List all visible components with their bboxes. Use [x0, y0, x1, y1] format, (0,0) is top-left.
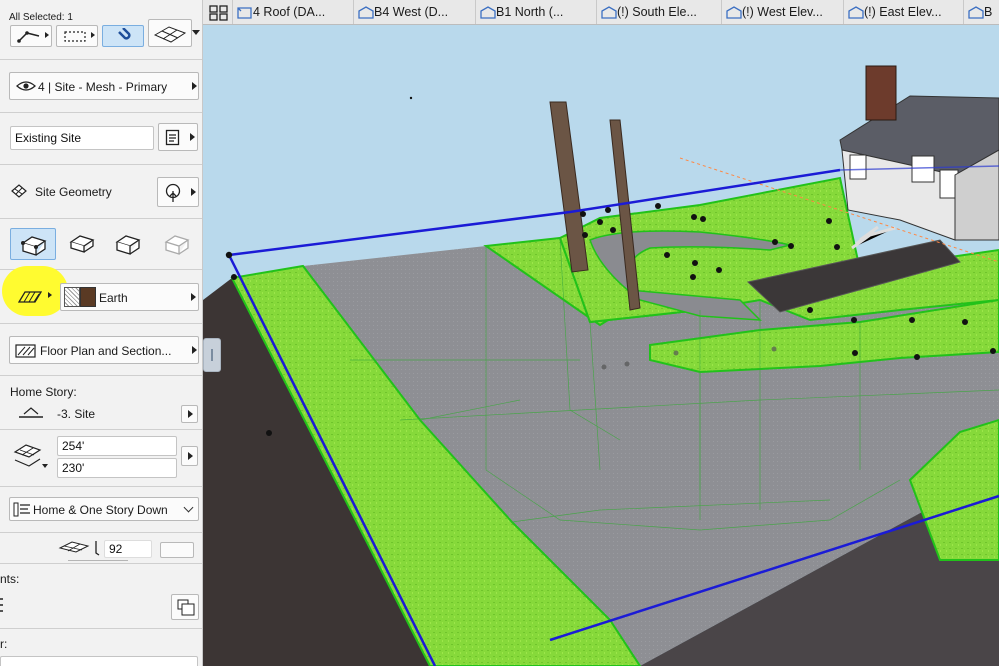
house-window	[849, 154, 867, 180]
element-settings-button[interactable]	[158, 123, 198, 151]
chevron-right-icon	[188, 410, 193, 418]
hatch-swatch	[64, 287, 80, 307]
surface-material-selector[interactable]: Earth	[60, 283, 199, 311]
marquee-icon	[64, 31, 86, 42]
tab-overview-button[interactable]	[203, 0, 233, 24]
ridges-toggle-button[interactable]	[160, 542, 194, 558]
view-tab-label: B4 West (D...	[374, 5, 449, 19]
chevron-right-icon	[191, 188, 196, 196]
selection-method-rectangle-button[interactable]	[56, 25, 98, 47]
view-tab[interactable]: 4 Roof (DA...	[233, 0, 354, 24]
elevation-icon	[968, 6, 984, 19]
elevation-icon	[601, 6, 617, 19]
elevation-icon	[480, 6, 496, 19]
view-tab[interactable]: B1 North (...	[476, 0, 597, 24]
chevron-right-icon	[190, 133, 195, 141]
view-tab[interactable]: (!) South Ele...	[597, 0, 722, 24]
elevation-icon	[358, 6, 374, 19]
show-on-stories-value: Home & One Story Down	[33, 503, 168, 517]
ridge-fill-icon	[58, 541, 100, 556]
document-icon	[165, 129, 180, 146]
home-story-value[interactable]: -3. Site	[57, 407, 95, 421]
mesh-icon	[153, 26, 187, 43]
mesh-solid-body-icon[interactable]	[114, 232, 142, 256]
bottom-field[interactable]	[0, 656, 198, 666]
layer-name: 4 | Site - Mesh - Primary	[38, 80, 168, 94]
mesh-tool-settings-button[interactable]	[148, 19, 192, 47]
points-label: nts:	[0, 572, 20, 586]
grip-icon	[211, 349, 213, 361]
view-tab[interactable]: B	[964, 0, 999, 24]
section-hatch-icon	[15, 344, 36, 358]
gravity-toggle-button[interactable]	[102, 25, 144, 47]
solid-mesh-icon	[21, 236, 47, 256]
tree-icon	[165, 183, 181, 202]
floor-plan-section-button[interactable]: Floor Plan and Section...	[9, 336, 199, 364]
home-story-menu-button[interactable]	[181, 405, 198, 423]
show-on-stories-dropdown[interactable]: Home & One Story Down	[9, 497, 199, 521]
view-tab-bar: 4 Roof (DA... B4 West (D... B1 North (... (…	[203, 0, 999, 25]
home-story-heading: Home Story:	[10, 385, 77, 399]
selection-method-polygon-button[interactable]	[10, 25, 52, 47]
earth-swatch	[80, 287, 96, 307]
tree-object-button[interactable]	[157, 177, 199, 207]
elevation-icon	[726, 6, 742, 19]
chevron-right-icon	[45, 32, 49, 38]
points-settings-button[interactable]	[171, 594, 199, 620]
layer-selector[interactable]: 4 | Site - Mesh - Primary	[9, 72, 199, 100]
house-chimney	[865, 65, 897, 121]
stories-icon	[13, 502, 30, 517]
grid-view-icon	[209, 5, 228, 21]
chevron-right-icon	[91, 32, 95, 38]
magnet-icon	[118, 28, 131, 40]
fill-pattern-icon[interactable]	[18, 288, 42, 304]
archicad-window: All Selected: 1 4 | Site - Mesh - Primar…	[0, 0, 999, 666]
chevron-down-icon[interactable]	[192, 30, 200, 35]
view-tab-label: 4 Roof (DA...	[253, 5, 326, 19]
chevron-right-icon	[191, 293, 196, 301]
ridges-value-field[interactable]: 92	[104, 540, 152, 558]
floorplan-icon	[237, 7, 252, 19]
view-tab-label: (!) South Ele...	[617, 5, 697, 19]
stacked-windows-icon	[177, 599, 195, 616]
chevron-right-icon[interactable]	[48, 292, 52, 298]
view-tab-label: B	[984, 5, 993, 19]
view-tab[interactable]: (!) East Elev...	[844, 0, 964, 24]
mesh-with-skirt-icon[interactable]	[68, 232, 96, 256]
view-tab-label: (!) West Elev...	[742, 5, 823, 19]
point-icon	[0, 598, 3, 612]
view-tab[interactable]: B4 West (D...	[354, 0, 476, 24]
chevron-right-icon	[192, 82, 197, 90]
selection-count-label: All Selected: 1	[9, 12, 73, 23]
eye-icon	[16, 81, 36, 91]
surface-material-name: Earth	[99, 291, 128, 305]
site-geometry-icon	[11, 184, 27, 198]
elevation-reference-button[interactable]	[181, 446, 198, 466]
bottom-label: r:	[0, 637, 8, 651]
3d-site-scene[interactable]	[203, 25, 999, 666]
info-box-panel: All Selected: 1 4 | Site - Mesh - Primar…	[0, 0, 203, 666]
house-window	[911, 155, 935, 183]
site-geometry-label: Site Geometry	[35, 185, 112, 199]
mesh-surface-only-button[interactable]	[10, 228, 56, 260]
mesh-elevation-icon	[13, 444, 48, 468]
scroll-indicator	[68, 560, 128, 561]
mesh-top-elevation-field[interactable]: 254'	[57, 436, 177, 456]
mesh-base-elevation-field[interactable]: 230'	[57, 458, 177, 478]
view-tab-label: (!) East Elev...	[864, 5, 942, 19]
home-story-icon	[19, 407, 43, 418]
chevron-right-icon	[192, 346, 197, 354]
floor-plan-section-label: Floor Plan and Section...	[40, 344, 172, 358]
chevron-right-icon	[188, 452, 193, 460]
3d-viewport[interactable]	[203, 25, 999, 666]
mesh-wireframe-icon[interactable]	[163, 232, 191, 256]
panel-resize-handle[interactable]	[203, 338, 221, 372]
elevation-icon	[848, 6, 864, 19]
element-id-field[interactable]: Existing Site	[10, 126, 154, 150]
house-stairs	[851, 225, 896, 250]
view-tab[interactable]: (!) West Elev...	[722, 0, 844, 24]
polyline-icon	[17, 31, 40, 43]
view-tab-label: B1 North (...	[496, 5, 564, 19]
chevron-down-icon	[183, 502, 194, 513]
